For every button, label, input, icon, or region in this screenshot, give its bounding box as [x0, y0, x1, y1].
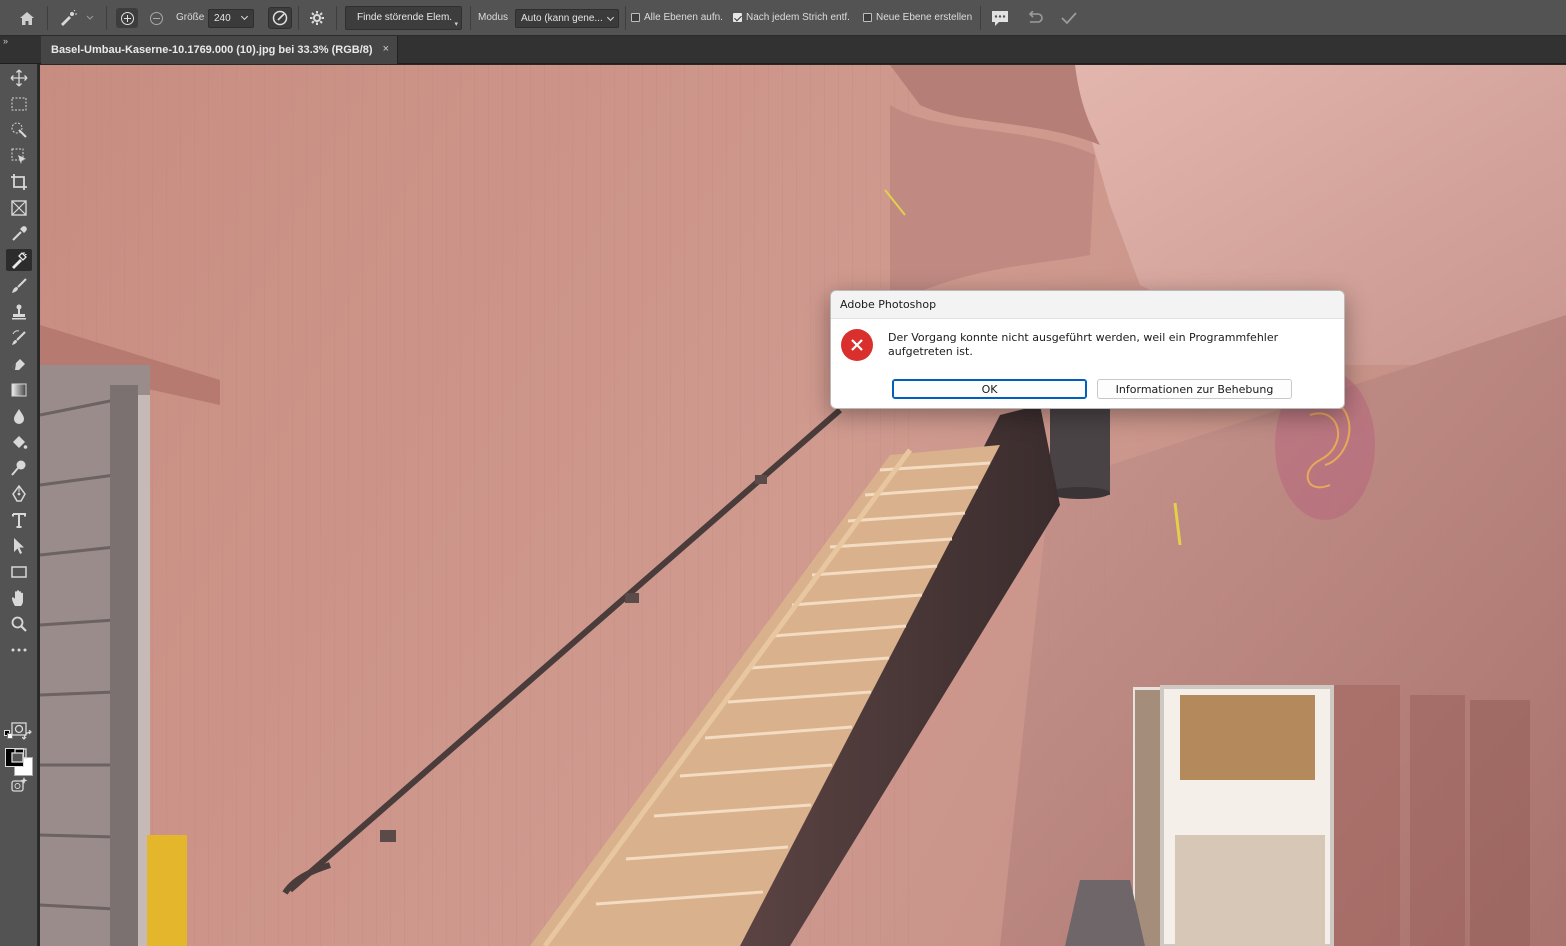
more-tools-icon[interactable]	[6, 639, 32, 661]
document-tab[interactable]: Basel-Umbau-Kaserne-10.1769.000 (10).jpg…	[41, 36, 398, 64]
path-selection-icon[interactable]	[6, 535, 32, 557]
separator	[980, 6, 981, 30]
zoom-icon[interactable]	[6, 613, 32, 635]
home-icon[interactable]	[16, 8, 38, 28]
add-to-selection-icon[interactable]	[116, 8, 138, 28]
dropdown-corner-icon: ▾	[454, 21, 458, 28]
settings-gear-icon[interactable]	[306, 8, 328, 28]
document-tab-strip: » Basel-Umbau-Kaserne-10.1769.000 (10).j…	[0, 36, 1566, 64]
eraser-icon[interactable]	[6, 353, 32, 375]
pressure-size-icon[interactable]	[268, 7, 292, 29]
size-value: 240	[214, 13, 231, 24]
crop-icon[interactable]	[6, 171, 32, 193]
troubleshooting-info-button[interactable]: Informationen zur Behebung	[1097, 379, 1292, 399]
new-layer-label: Neue Ebene erstellen	[876, 12, 973, 23]
find-distractions-button[interactable]: Finde störende Elem. ▾	[345, 6, 462, 30]
new-layer-checkbox[interactable]	[863, 13, 872, 22]
brush-icon[interactable]	[6, 275, 32, 297]
quick-mask-icon[interactable]	[6, 718, 32, 740]
type-icon[interactable]	[6, 509, 32, 531]
blur-icon[interactable]	[6, 405, 32, 427]
mode-select[interactable]: Auto (kann gene...	[515, 9, 619, 28]
collapse-panels-icon[interactable]: »	[3, 36, 8, 46]
quick-selection-icon[interactable]	[6, 119, 32, 141]
size-input[interactable]: 240	[208, 9, 254, 28]
marquee-icon[interactable]	[6, 93, 32, 115]
options-bar: Größe 240 Finde störende Elem. ▾ Modus A…	[0, 0, 1566, 36]
mode-value: Auto (kann gene...	[521, 13, 603, 24]
mode-label: Modus	[478, 12, 509, 23]
preset-dropdown-chevron-icon[interactable]	[84, 10, 96, 26]
pen-icon[interactable]	[6, 483, 32, 505]
remove-tool-icon[interactable]	[6, 249, 32, 271]
dialog-titlebar[interactable]: Adobe Photoshop	[831, 291, 1344, 319]
size-label: Größe	[176, 12, 205, 23]
gradient-icon[interactable]	[6, 379, 32, 401]
dialog-title: Adobe Photoshop	[840, 298, 937, 311]
object-selection-icon[interactable]	[6, 145, 32, 167]
separator	[336, 6, 337, 30]
error-dialog: Adobe Photoshop Der Vorgang konnte nicht…	[830, 290, 1345, 409]
all-layers-label: Alle Ebenen aufn.	[644, 12, 723, 23]
rectangle-icon[interactable]	[6, 561, 32, 583]
feedback-icon[interactable]	[988, 8, 1012, 28]
close-tab-icon[interactable]: ×	[383, 43, 389, 55]
remove-after-stroke-label: Nach jedem Strich entf.	[746, 12, 850, 23]
photo-stairwell	[40, 65, 1566, 946]
ok-button[interactable]: OK	[892, 379, 1087, 399]
separator	[106, 6, 107, 30]
error-icon	[841, 329, 873, 361]
dodge-icon[interactable]	[6, 457, 32, 479]
move-icon[interactable]	[6, 67, 32, 89]
document-canvas[interactable]	[40, 65, 1566, 946]
subtract-from-selection-icon[interactable]	[145, 8, 167, 28]
frame-icon[interactable]	[6, 197, 32, 219]
commit-checkmark-icon[interactable]	[1058, 8, 1080, 28]
separator	[298, 6, 299, 30]
remove-tool-preset-icon[interactable]	[56, 8, 80, 28]
find-distractions-label: Finde störende Elem.	[357, 12, 453, 23]
undo-icon[interactable]	[1024, 8, 1046, 28]
tools-panel	[0, 64, 38, 946]
eyedropper-icon[interactable]	[6, 223, 32, 245]
mode-chevron-icon	[606, 13, 615, 22]
remove-after-stroke-checkbox[interactable]	[733, 13, 742, 22]
document-title: Basel-Umbau-Kaserne-10.1769.000 (10).jpg…	[51, 44, 373, 56]
size-chevron-icon[interactable]	[240, 12, 249, 21]
separator	[625, 6, 626, 30]
separator	[47, 6, 48, 30]
paint-bucket-icon[interactable]	[6, 431, 32, 453]
stamp-icon[interactable]	[6, 301, 32, 323]
hand-icon[interactable]	[6, 587, 32, 609]
dialog-message: Der Vorgang konnte nicht ausgeführt werd…	[888, 331, 1279, 358]
screen-mode-icon[interactable]	[6, 745, 32, 767]
generative-icon[interactable]	[6, 774, 32, 796]
history-brush-icon[interactable]	[6, 327, 32, 349]
all-layers-checkbox[interactable]	[631, 13, 640, 22]
separator	[470, 6, 471, 30]
